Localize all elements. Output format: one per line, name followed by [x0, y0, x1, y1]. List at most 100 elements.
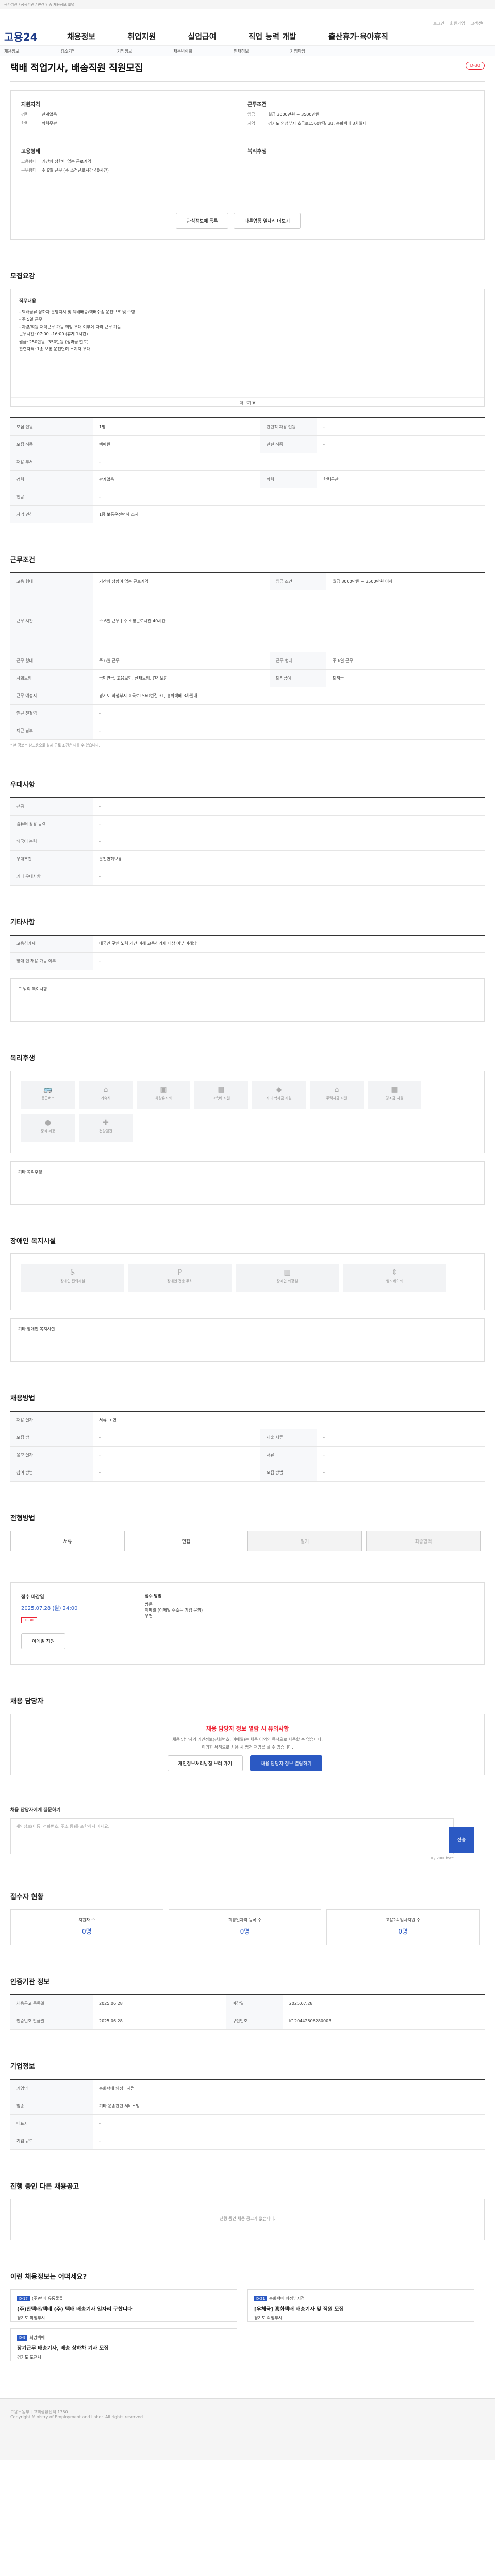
card-badge: D-9	[17, 2335, 28, 2341]
recruit-section: 모집요강 직무내용 - 택배물류 상하차 운영지시 및 택배배송/택배수송 운전…	[10, 270, 485, 523]
desc-line: 관련자격: 1종 보통 운전면허 소지자 우대	[19, 347, 91, 352]
section-title: 채용방법	[10, 1395, 35, 1402]
view-contact-button[interactable]: 채용 담당자 정보 열람하기	[250, 1755, 323, 1771]
recommend-section: 이런 채용정보는 어떠세요? D-17 (주)택배 유통물류 (주)찬택배/택배 …	[10, 2271, 485, 2367]
welfare-icons: 🚌 통근버스 ⌂ 기숙사 ▣ 차량유지비 ▤ 교육비 지원 ◆ 자녀 학자금 지원 ⌂ 주택…	[10, 1071, 485, 1153]
cell-key: 관련직 채용 인원	[260, 418, 317, 436]
count-box: 지원자 수 0명	[10, 1909, 163, 1945]
job-card[interactable]: D-9 희망택배 장기근무 배송기사, 배송 상하차 기사 모집 경기도 포천시	[10, 2328, 237, 2361]
lnb-item[interactable]: 강소기업	[60, 48, 75, 54]
email-apply-button[interactable]: 이메일 지원	[21, 1633, 65, 1649]
cell-value: 경기도 의정부시 호국로1560번길 31, 흥화택배 3차일대	[93, 687, 485, 705]
card-org: (주)택배 유통물류	[31, 2296, 63, 2301]
table-row: 근무 시간 주 6일 근무 | 주 소정근로시간 40시간	[10, 590, 485, 652]
cell-value: 2025.07.28	[283, 1994, 485, 2012]
step-item: 필기	[248, 1530, 362, 1551]
row-key: 임금	[248, 112, 255, 117]
footnote: * 본 정보는 참고용으로 실제 근로 조건은 다를 수 있습니다.	[10, 743, 100, 748]
card-location: 경기도 의정부시	[254, 2315, 283, 2320]
section-title: 근무조건	[10, 556, 35, 564]
empty-message: 진행 중인 채용 공고가 없습니다.	[10, 2198, 485, 2240]
cell-value: -	[93, 1429, 260, 1447]
job-card[interactable]: D-17 (주)택배 유통물류 (주)찬택배/택배 (주) 택배 배송기사 일자리…	[10, 2289, 237, 2322]
table-row: 기업 규모 -	[10, 2132, 485, 2150]
cell-key: 응모 절차	[10, 1446, 93, 1464]
local-nav: 채용정보 강소기업 기업정보 채용박람회 인재정보 기업마당	[0, 45, 495, 56]
cell-value: 학력무관	[317, 470, 485, 488]
inquiry-textarea[interactable]: 개인정보(이름, 전화번호, 주소 등)를 포함하지 마세요.	[10, 1818, 454, 1854]
box-label: 기타 복리후생	[18, 1170, 42, 1174]
lnb-item[interactable]: 인재정보	[234, 48, 249, 54]
favorite-button[interactable]: 관심정보에 등록	[176, 213, 229, 229]
expand-button[interactable]: 더보기 ▼	[11, 397, 484, 406]
site-footer: 고용노동부 | 고객상담센터 1350 Copyright Ministry o…	[0, 2398, 495, 2460]
process-section: 전형방법 서류 면접 필기 최종합격	[10, 1513, 485, 1551]
status-counts: 지원자 수 0명 희망일자리 등록 수 0명 고용24 입사지원 수 0명	[10, 1909, 485, 1945]
lnb-item[interactable]: 기업마당	[290, 48, 305, 54]
etc-table: 고용허가제 내국인 구인 노력 기간 미해 고용허가제 대상 여부 미해당 장애 …	[10, 934, 485, 970]
car-icon: ▣	[160, 1086, 167, 1094]
privacy-policy-button[interactable]: 개인정보처리방침 보러 가기	[167, 1755, 243, 1771]
cell-key: 전공	[10, 488, 93, 506]
cell-key: 우대조건	[10, 850, 93, 868]
count-value: 0명	[398, 1927, 408, 1935]
recommend-cards: D-17 (주)택배 유통물류 (주)찬택배/택배 (주) 택배 배송기사 일자리…	[10, 2289, 485, 2367]
contact-section: 채용 담당자 채용 담당자 정보 열람 시 유의사항 채용 담당자의 개인정보(…	[10, 1696, 485, 1775]
site-logo[interactable]: 고용24	[4, 29, 38, 44]
table-row: 기타 우대사항 -	[10, 868, 485, 886]
prefer-table: 전공 - 컴퓨터 활용 능력 - 외국어 능력 - 우대조건 운전면허보유 기타 우대사…	[10, 797, 485, 886]
item-label: 주택자금 지원	[326, 1096, 348, 1100]
house-icon: ⌂	[103, 1086, 108, 1094]
summary-label: 근무조건	[248, 102, 267, 108]
cell-value: 택배원	[93, 435, 260, 453]
gnb-item-unemployment[interactable]: 실업급여	[188, 31, 216, 42]
step-item: 면접	[129, 1530, 243, 1551]
table-row: 인증번호 발급일 2025.06.28 구인번호 K120442506280003	[10, 2012, 485, 2030]
cell-key: 기업 규모	[10, 2132, 93, 2150]
more-jobs-button[interactable]: 다른업종 일자리 더보기	[234, 213, 301, 229]
cell-value: -	[317, 1446, 485, 1464]
gnb-item-training[interactable]: 직업 능력 개발	[249, 31, 296, 42]
lnb-item[interactable]: 채용정보	[4, 48, 19, 54]
cell-value: -	[93, 868, 485, 886]
lnb-item[interactable]: 채용박람회	[173, 48, 192, 54]
deadline-section: 접수 마감일 2025.07.28 (월) 24:00 D-30 이메일 지원 …	[10, 1582, 485, 1665]
elevator-icon: ⇕	[391, 1268, 398, 1277]
dday-badge: D-30	[21, 1617, 37, 1623]
lnb-item[interactable]: 기업정보	[117, 48, 132, 54]
etc-section: 기타사항 고용허가제 내국인 구인 노력 기간 미해 고용허가제 대상 여부 미해…	[10, 917, 485, 1022]
cell-key: 인증번호 발급일	[10, 2012, 93, 2030]
gnb-item-jobs[interactable]: 채용정보	[67, 31, 95, 42]
gnb-item-leave[interactable]: 출산휴가·육아휴직	[328, 31, 388, 42]
cell-key: 전공	[10, 798, 93, 816]
item-label: 장애인 전용 주차	[167, 1279, 193, 1283]
cell-key: 학력	[260, 470, 317, 488]
signup-link[interactable]: 회원가입	[450, 21, 465, 26]
inquiry-section: 채용 담당자에게 질문하기 개인정보(이름, 전화번호, 주소 등)를 포함하지…	[10, 1806, 485, 1860]
cell-value: -	[93, 453, 485, 471]
card-org: 흥화택배 의정부지점	[269, 2296, 305, 2301]
cell-value: 흥화택배 의정부지점	[93, 2079, 485, 2097]
method-item: 우편	[145, 1613, 153, 1618]
cell-value: 운전면허보유	[93, 850, 485, 868]
send-button[interactable]: 전송	[449, 1826, 474, 1853]
summary-buttons: 관심정보에 등록 다른업종 일자리 더보기	[176, 213, 306, 229]
gnb-item-support[interactable]: 취업지원	[127, 31, 156, 42]
cell-value: -	[93, 2114, 485, 2132]
table-row: 퇴근 남부 -	[10, 722, 485, 740]
login-link[interactable]: 로그인	[433, 21, 444, 26]
cell-key: 퇴근 남부	[10, 722, 93, 740]
cell-key: 근무 형태	[10, 652, 93, 670]
cell-value: 서류 → 면	[93, 1411, 485, 1429]
gift-icon: ▦	[391, 1086, 398, 1094]
item-label: 장애인 화장실	[276, 1279, 298, 1283]
table-row: 사회보험 국민연금, 고용보험, 산재보험, 건강보험 퇴직금여 퇴직금	[10, 669, 485, 687]
cell-value: 내국인 구인 노력 기간 미해 고용허가제 대상 여부 미해당	[93, 935, 485, 953]
count-label: 희망일자리 등록 수	[228, 1917, 261, 1922]
support-link[interactable]: 고객센터	[471, 21, 486, 26]
cell-key: 모집 방법	[260, 1464, 317, 1482]
cell-value: 2025.06.28	[93, 1994, 226, 2012]
cell-value: 월급 3000만원 ~ 3500만원 이하	[326, 572, 485, 590]
job-card[interactable]: D-21 흥화택배 의정부지점 [우체국] 흥화택배 배송기사 및 직원 모집 경…	[248, 2289, 474, 2322]
header-util-links: 로그인 회원가입 고객센터	[429, 21, 486, 26]
